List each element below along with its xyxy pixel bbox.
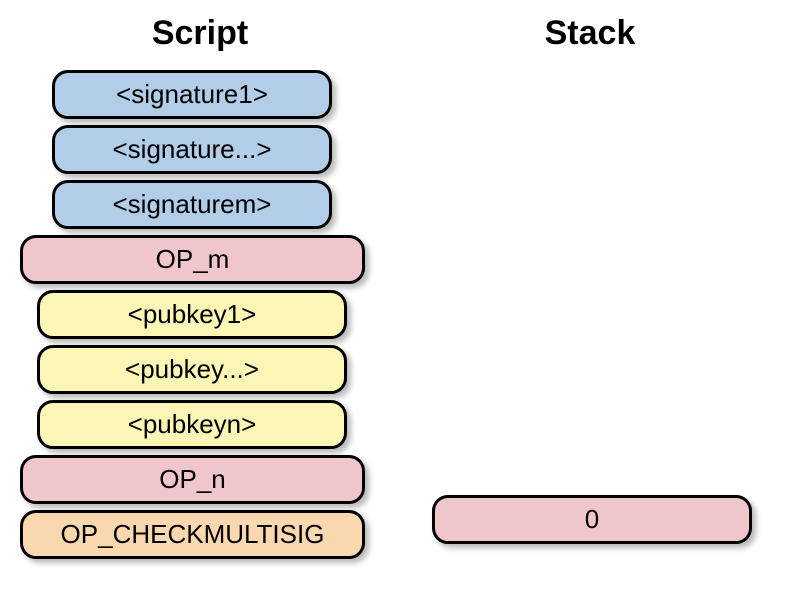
script-item-signature: <signaturem> xyxy=(52,180,332,229)
script-item-op-n: OP_n xyxy=(20,455,365,504)
stack-column-title: Stack xyxy=(425,14,755,53)
script-item-checkmultisig: OP_CHECKMULTISIG xyxy=(20,510,365,559)
script-column-title: Script xyxy=(20,14,380,53)
script-item-pubkey: <pubkey...> xyxy=(37,345,347,394)
stack-item-zero: 0 xyxy=(432,495,752,544)
script-item-signature: <signature...> xyxy=(52,125,332,174)
script-item-signature: <signature1> xyxy=(52,70,332,119)
diagram-canvas: Script Stack <signature1> <signature...>… xyxy=(0,0,799,589)
stack-column: 0 xyxy=(432,70,752,570)
script-item-pubkey: <pubkeyn> xyxy=(37,400,347,449)
script-item-op-m: OP_m xyxy=(20,235,365,284)
script-item-pubkey: <pubkey1> xyxy=(37,290,347,339)
script-column: <signature1> <signature...> <signaturem>… xyxy=(20,70,365,565)
